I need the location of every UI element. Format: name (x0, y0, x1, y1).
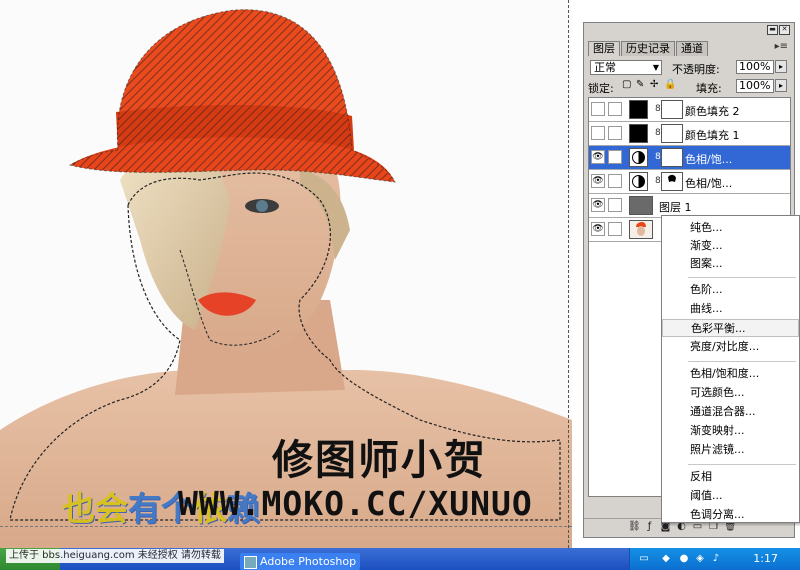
opacity-input[interactable]: 100% (736, 60, 774, 74)
canvas-right-edge (568, 0, 569, 548)
menu-item-pattern[interactable]: 图案... (662, 255, 799, 273)
system-tray: ▭ ◆ ● ◈ ♪ 1:17 (629, 548, 800, 570)
menu-item-posterize[interactable]: 色调分离... (662, 506, 799, 524)
layer-link-box[interactable] (608, 198, 622, 212)
link-icon[interactable]: ⛓ (628, 521, 641, 532)
tab-channels[interactable]: 通道 (676, 41, 708, 56)
layer-name[interactable]: 色相/饱... (685, 151, 732, 167)
upload-notice: 上传于 bbs.heiguang.com 未经授权 请勿转载 (6, 549, 224, 563)
menu-item-color-balance[interactable]: 色彩平衡... (662, 319, 799, 337)
fill-input[interactable]: 100% (736, 79, 774, 93)
mask-thumbnail[interactable] (661, 148, 683, 167)
mask-thumbnail[interactable] (661, 124, 683, 143)
minimize-icon[interactable]: ▬ (767, 25, 778, 35)
menu-item-curves[interactable]: 曲线... (662, 300, 799, 318)
menu-item-levels[interactable]: 色阶... (662, 281, 799, 299)
eye-icon[interactable]: 👁 (591, 150, 605, 164)
adjustment-thumbnail (629, 148, 648, 167)
layer-name[interactable]: 图层 1 (659, 199, 692, 215)
layer-name[interactable]: 色相/饱... (685, 175, 732, 191)
opacity-label: 不透明度: (672, 63, 720, 76)
lock-paint-icon[interactable]: ✎ (636, 79, 644, 90)
url-watermark: WWW.MOKO.CC/XUNUO (178, 484, 533, 523)
author-watermark: 修图师小贺 (272, 436, 487, 484)
menu-item-threshold[interactable]: 阈值... (662, 487, 799, 505)
panel-menu-icon[interactable]: ▸≡ (775, 41, 788, 52)
menu-separator (688, 464, 796, 465)
lock-all-icon[interactable]: 🔒 (664, 79, 676, 90)
fill-label: 填充: (696, 82, 722, 95)
menu-separator (688, 361, 796, 362)
document-canvas[interactable]: 也会有个依赖 修图师小贺 WWW.MOKO.CC/XUNUO (0, 0, 572, 548)
layer-thumbnail (629, 196, 653, 215)
menu-item-photo-filter[interactable]: 照片滤镜... (662, 441, 799, 459)
lock-move-icon[interactable]: ✢ (650, 79, 658, 90)
chain-icon[interactable]: 8 (655, 128, 661, 138)
menu-item-gradient[interactable]: 渐变... (662, 237, 799, 255)
visibility-toggle[interactable] (591, 126, 605, 140)
layer-row-selected[interactable]: 👁 ▣ 8 色相/饱... (589, 146, 790, 170)
opacity-slider-icon[interactable]: ▸ (775, 60, 787, 73)
taskbar: 上传于 bbs.heiguang.com 未经授权 请勿转载 Adobe Pho… (0, 548, 800, 570)
volume-icon[interactable]: ♪ (710, 553, 722, 565)
menu-item-channel-mixer[interactable]: 通道混合器... (662, 403, 799, 421)
layer-link-box[interactable] (608, 222, 622, 236)
mask-thumbnail[interactable] (661, 172, 683, 191)
menu-item-selective-color[interactable]: 可选颜色... (662, 384, 799, 402)
layer-thumbnail (629, 124, 648, 143)
chevron-down-icon: ▼ (652, 63, 659, 72)
qq-icon[interactable]: ● (678, 553, 690, 565)
eye-icon[interactable]: 👁 (591, 222, 605, 236)
eye-icon[interactable]: 👁 (591, 174, 605, 188)
chain-icon[interactable]: 8 (655, 152, 661, 162)
chain-icon[interactable]: 8 (655, 176, 661, 186)
lock-label: 锁定: (588, 82, 614, 95)
chain-icon[interactable]: 8 (655, 104, 661, 114)
tab-history[interactable]: 历史记录 (621, 41, 675, 56)
panel-titlebar[interactable]: ▬ ✕ (584, 23, 794, 35)
menu-item-solid-color[interactable]: 纯色... (662, 219, 799, 237)
hat-selection (68, 9, 396, 183)
blend-row: 正常 ▼ 不透明度: 100% ▸ (588, 60, 790, 76)
adjustment-thumbnail (629, 172, 648, 191)
mask-thumbnail[interactable] (661, 100, 683, 119)
layer-link-box[interactable] (608, 102, 622, 116)
photoshop-icon (244, 556, 257, 569)
layer-link-box[interactable] (608, 126, 622, 140)
clock[interactable]: 1:17 (753, 552, 778, 565)
close-icon[interactable]: ✕ (779, 25, 790, 35)
visibility-toggle[interactable] (591, 102, 605, 116)
eye-icon[interactable]: 👁 (591, 198, 605, 212)
layer-row[interactable]: 8 颜色填充 2 (589, 98, 790, 122)
panel-tabs: 图层 历史记录 通道 (588, 41, 709, 56)
layer-row[interactable]: 8 颜色填充 1 (589, 122, 790, 146)
layer-name[interactable]: 颜色填充 1 (685, 127, 740, 143)
network-icon[interactable]: ▭ (638, 553, 650, 565)
photo-thumbnail (629, 220, 653, 239)
fill-slider-icon[interactable]: ▸ (775, 79, 787, 92)
lock-row: 锁定: ▢ ✎ ✢ 🔒 填充: 100% ▸ (588, 79, 790, 95)
menu-item-brightness-contrast[interactable]: 亮度/对比度... (662, 338, 799, 356)
menu-item-hue-saturation[interactable]: 色相/饱和度... (662, 365, 799, 383)
shield-icon[interactable]: ◈ (694, 553, 706, 565)
tab-layers[interactable]: 图层 (588, 41, 620, 56)
brush-icon[interactable]: ▣ (608, 150, 622, 164)
lock-transparency-icon[interactable]: ▢ (622, 79, 631, 90)
layer-row[interactable]: 👁 8 色相/饱... (589, 170, 790, 194)
layer-thumbnail (629, 100, 648, 119)
taskbar-app-photoshop[interactable]: Adobe Photoshop (240, 553, 360, 570)
fx-icon[interactable]: ƒ (644, 521, 655, 532)
layer-name[interactable]: 颜色填充 2 (685, 103, 740, 119)
menu-separator (688, 277, 796, 278)
layer-link-box[interactable] (608, 174, 622, 188)
shield-icon[interactable]: ◆ (660, 553, 672, 565)
menu-item-invert[interactable]: 反相 (662, 468, 799, 486)
menu-item-gradient-map[interactable]: 渐变映射... (662, 422, 799, 440)
adjustment-layer-menu: 纯色... 渐变... 图案... 色阶... 曲线... 色彩平衡... 亮度… (661, 215, 800, 523)
blend-mode-select[interactable]: 正常 ▼ (590, 60, 662, 75)
